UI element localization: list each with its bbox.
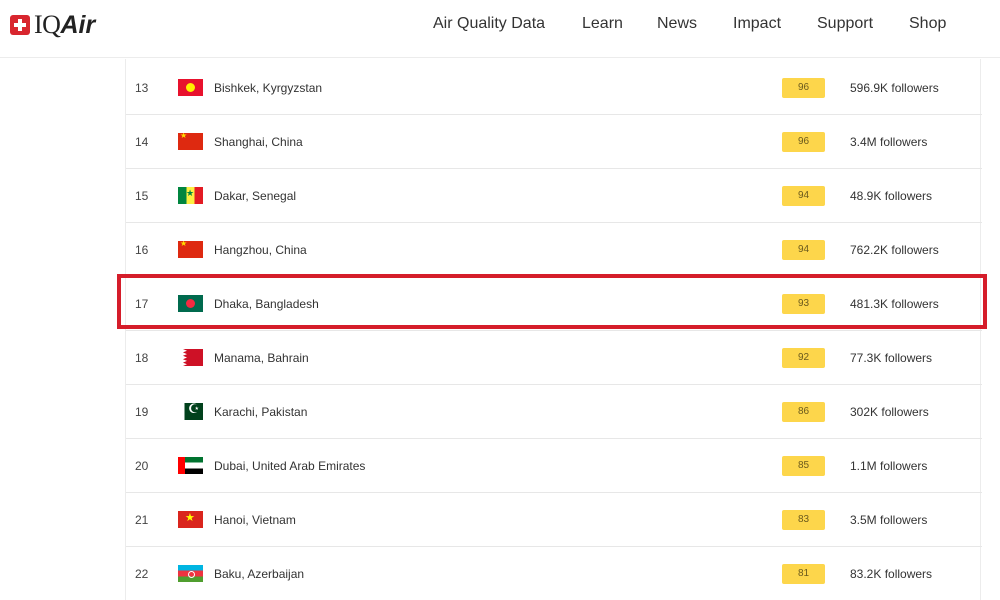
china-flag-icon — [178, 241, 203, 258]
city-link[interactable]: Hangzhou, China — [214, 223, 307, 277]
aqi-badge: 83 — [782, 510, 825, 530]
table-row[interactable]: 18 Manama, Bahrain 92 77.3K followers — [126, 331, 982, 385]
table-row[interactable]: 19 Karachi, Pakistan 86 302K followers — [126, 385, 982, 439]
table-row[interactable]: 16 Hangzhou, China 94 762.2K followers — [126, 223, 982, 277]
china-flag-icon — [178, 133, 203, 150]
nav-shop[interactable]: Shop — [909, 14, 946, 34]
followers-count: 762.2K followers — [850, 243, 939, 257]
iqair-logo[interactable]: IQ Air — [10, 12, 95, 38]
followers-count: 1.1M followers — [850, 459, 928, 473]
followers-count: 302K followers — [850, 405, 929, 419]
rank-number: 20 — [135, 459, 149, 473]
bahrain-flag-icon — [178, 349, 203, 366]
rank-number: 21 — [135, 513, 149, 527]
aqi-badge: 94 — [782, 240, 825, 260]
nav-news[interactable]: News — [657, 14, 697, 34]
vietnam-flag-icon — [178, 511, 203, 528]
aqi-badge: 92 — [782, 348, 825, 368]
kyrgyzstan-flag-icon — [178, 79, 203, 96]
city-link[interactable]: Dhaka, Bangladesh — [214, 277, 319, 331]
aqi-badge: 94 — [782, 186, 825, 206]
uae-flag-icon — [178, 457, 203, 474]
followers-count: 48.9K followers — [850, 189, 933, 203]
followers-count: 83.2K followers — [850, 567, 933, 581]
followers-count: 77.3K followers — [850, 351, 933, 365]
azerbaijan-flag-icon — [178, 565, 203, 582]
table-row-highlighted[interactable]: 17 Dhaka, Bangladesh 93 481.3K followers — [126, 277, 982, 331]
city-link[interactable]: Baku, Azerbaijan — [214, 547, 304, 600]
bangladesh-flag-icon — [178, 295, 203, 312]
rank-number: 16 — [135, 243, 149, 257]
nav-learn[interactable]: Learn — [582, 14, 623, 34]
swiss-cross-icon — [10, 15, 30, 35]
rank-number: 14 — [135, 135, 149, 149]
city-ranking-table: 13 Bishkek, Kyrgyzstan 96 596.9K followe… — [125, 59, 982, 600]
rank-number: 22 — [135, 567, 149, 581]
aqi-badge: 81 — [782, 564, 825, 584]
rank-number: 13 — [135, 81, 149, 95]
aqi-badge: 86 — [782, 402, 825, 422]
nav-air-quality-data[interactable]: Air Quality Data — [433, 14, 545, 34]
followers-count: 481.3K followers — [850, 297, 939, 311]
table-row[interactable]: 20 Dubai, United Arab Emirates 85 1.1M f… — [126, 439, 982, 493]
city-link[interactable]: Manama, Bahrain — [214, 331, 309, 385]
followers-count: 3.4M followers — [850, 135, 928, 149]
city-link[interactable]: Dakar, Senegal — [214, 169, 296, 223]
followers-count: 3.5M followers — [850, 513, 928, 527]
rank-number: 17 — [135, 297, 149, 311]
aqi-badge: 85 — [782, 456, 825, 476]
nav-support[interactable]: Support — [817, 14, 873, 34]
city-link[interactable]: Bishkek, Kyrgyzstan — [214, 61, 322, 115]
site-header: IQ Air Air Quality Data Learn News Impac… — [0, 0, 1000, 58]
senegal-flag-icon — [178, 187, 203, 204]
table-row[interactable]: 13 Bishkek, Kyrgyzstan 96 596.9K followe… — [126, 61, 982, 115]
rank-number: 19 — [135, 405, 149, 419]
aqi-badge: 93 — [782, 294, 825, 314]
city-link[interactable]: Shanghai, China — [214, 115, 303, 169]
rank-number: 18 — [135, 351, 149, 365]
table-row[interactable]: 22 Baku, Azerbaijan 81 83.2K followers — [126, 547, 982, 600]
logo-text-iq: IQ — [34, 10, 61, 39]
table-row[interactable]: 15 Dakar, Senegal 94 48.9K followers — [126, 169, 982, 223]
followers-count: 596.9K followers — [850, 81, 939, 95]
aqi-badge: 96 — [782, 132, 825, 152]
city-link[interactable]: Karachi, Pakistan — [214, 385, 307, 439]
table-row[interactable]: 21 Hanoi, Vietnam 83 3.5M followers — [126, 493, 982, 547]
aqi-badge: 96 — [782, 78, 825, 98]
rank-number: 15 — [135, 189, 149, 203]
city-link[interactable]: Dubai, United Arab Emirates — [214, 439, 365, 493]
nav-impact[interactable]: Impact — [733, 14, 781, 34]
city-link[interactable]: Hanoi, Vietnam — [214, 493, 296, 547]
table-row[interactable]: 14 Shanghai, China 96 3.4M followers — [126, 115, 982, 169]
logo-text-air: Air — [60, 11, 96, 39]
pakistan-flag-icon — [178, 403, 203, 420]
